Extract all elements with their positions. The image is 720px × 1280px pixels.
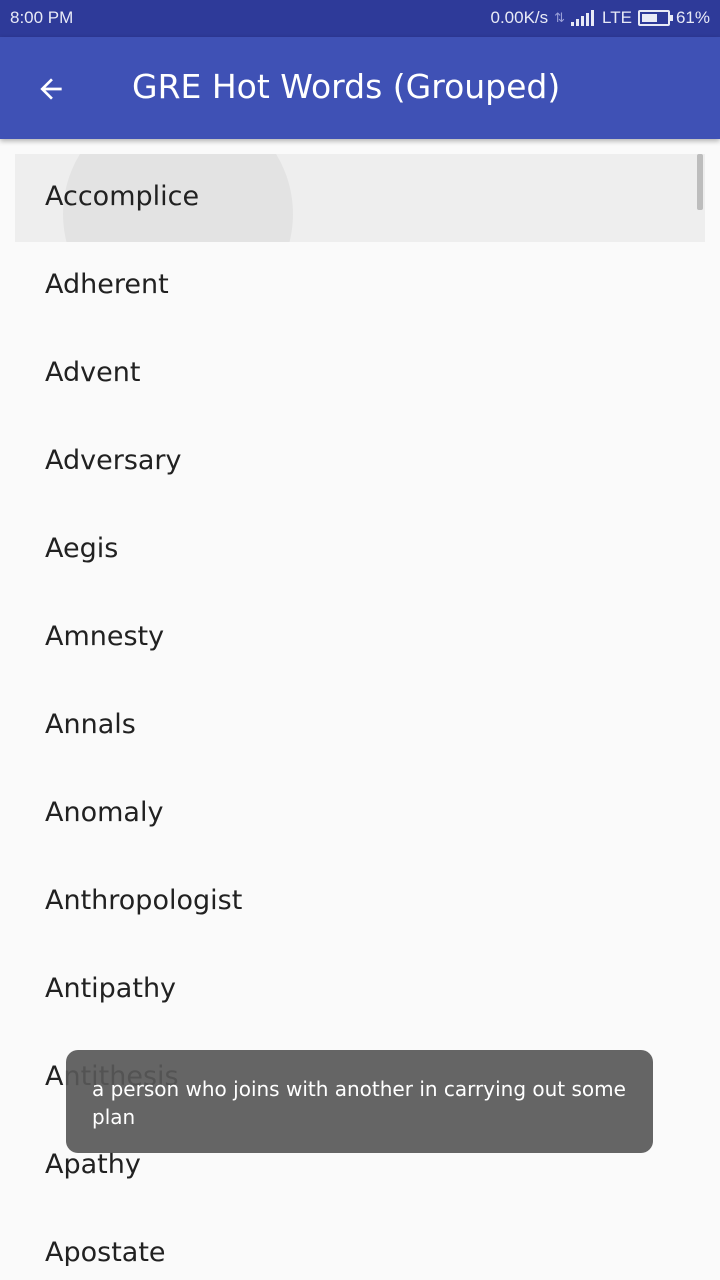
word-label: Apostate <box>45 1237 166 1266</box>
word-label: Antipathy <box>45 973 177 1004</box>
word-label: Adversary <box>45 445 182 476</box>
status-bar: 8:00 PM 0.00K/s ⇅ LTE 61% <box>0 0 720 37</box>
word-list-item[interactable]: Advent <box>15 330 705 418</box>
word-label: Advent <box>45 357 141 388</box>
data-transfer-icon: ⇅ <box>554 10 566 25</box>
word-list-item[interactable]: Antipathy <box>15 946 705 1034</box>
word-list-item[interactable]: Amnesty <box>15 594 705 682</box>
network-speed: 0.00K/s <box>490 8 549 27</box>
app-bar: GRE Hot Words (Grouped) <box>0 37 720 139</box>
word-list-item[interactable]: Anomaly <box>15 770 705 858</box>
word-list-item[interactable]: Accomplice <box>15 154 705 242</box>
word-list-item[interactable]: Adherent <box>15 242 705 330</box>
word-label: Accomplice <box>45 181 200 212</box>
word-label: Anthropologist <box>45 885 243 916</box>
word-list-item[interactable]: Anthropologist <box>15 858 705 946</box>
word-label: Amnesty <box>45 621 165 652</box>
status-indicators: 0.00K/s ⇅ LTE 61% <box>484 8 710 28</box>
word-list-item[interactable]: Apostate <box>15 1210 705 1266</box>
network-type: LTE <box>602 8 632 27</box>
word-label: Adherent <box>45 269 169 300</box>
definition-toast: a person who joins with another in carry… <box>66 1050 653 1153</box>
battery-icon <box>637 10 673 26</box>
battery-percent: 61% <box>675 8 710 27</box>
word-label: Aegis <box>45 533 119 564</box>
status-time: 8:00 PM <box>10 8 74 27</box>
back-button[interactable] <box>26 64 76 114</box>
battery-fill <box>641 14 657 22</box>
word-list-item[interactable]: Aegis <box>15 506 705 594</box>
word-label: Anomaly <box>45 797 164 828</box>
word-list-item[interactable]: Annals <box>15 682 705 770</box>
word-label: Apathy <box>45 1149 141 1180</box>
page-title: GRE Hot Words (Grouped) <box>132 67 561 106</box>
arrow-back-icon <box>40 78 62 100</box>
word-label: Annals <box>45 709 136 740</box>
word-list-item[interactable]: Adversary <box>15 418 705 506</box>
toast-message: a person who joins with another in carry… <box>92 1077 626 1129</box>
signal-icon <box>571 10 596 26</box>
scrollbar[interactable] <box>697 154 703 210</box>
